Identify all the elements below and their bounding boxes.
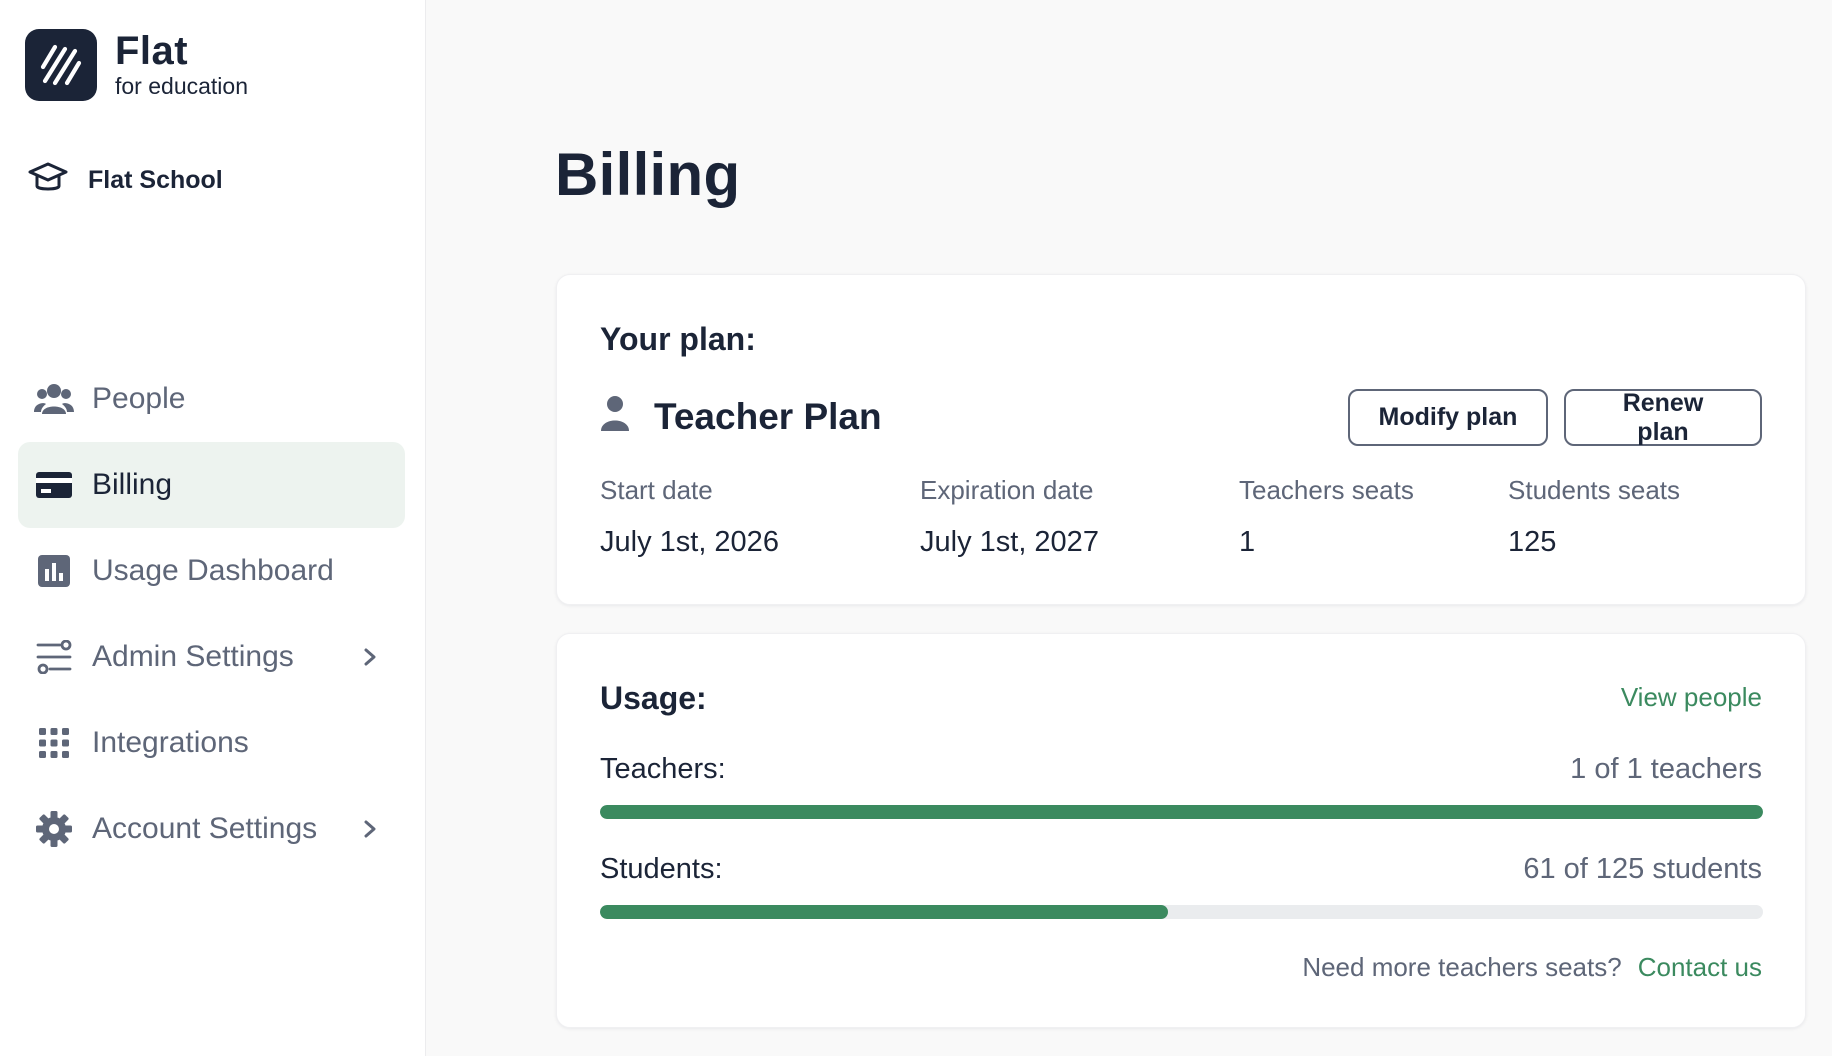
sidebar: Flat for education Flat School People Bi… bbox=[0, 0, 426, 1056]
school-name: Flat School bbox=[88, 166, 223, 194]
expiration-date-label: Expiration date bbox=[920, 475, 1094, 505]
view-people-link[interactable]: View people bbox=[1621, 682, 1762, 713]
chevron-right-icon bbox=[355, 814, 385, 844]
start-date-field: Start date July 1st, 2026 bbox=[600, 475, 779, 559]
people-icon bbox=[34, 379, 74, 419]
chevron-right-icon bbox=[355, 642, 385, 672]
app-root: Flat for education Flat School People Bi… bbox=[0, 0, 1832, 1056]
graduation-cap-icon bbox=[28, 160, 68, 201]
teachers-progress-fill bbox=[600, 805, 1763, 819]
contact-us-link[interactable]: Contact us bbox=[1638, 952, 1762, 983]
brand-name: Flat bbox=[115, 29, 189, 73]
renew-plan-button[interactable]: Renew plan bbox=[1564, 389, 1762, 446]
expiration-date-field: Expiration date July 1st, 2027 bbox=[920, 475, 1099, 559]
more-seats-question: Need more teachers seats? bbox=[1302, 952, 1622, 982]
credit-card-icon bbox=[34, 465, 74, 505]
sidebar-item-integrations[interactable]: Integrations bbox=[18, 700, 405, 786]
students-seats-value: 125 bbox=[1508, 526, 1557, 558]
expiration-date-value: July 1st, 2027 bbox=[920, 526, 1099, 558]
school-selector[interactable]: Flat School bbox=[28, 160, 223, 201]
sidebar-item-label: People bbox=[92, 382, 186, 415]
students-seats-label: Students seats bbox=[1508, 475, 1680, 505]
sidebar-item-label: Account Settings bbox=[92, 812, 318, 845]
usage-card: Usage: View people Teachers: 1 of 1 teac… bbox=[556, 633, 1806, 1028]
sidebar-item-label: Usage Dashboard bbox=[92, 554, 334, 587]
contact-footer: Need more teachers seats? Contact us bbox=[1302, 952, 1762, 983]
teachers-usage-label: Teachers: bbox=[600, 753, 726, 785]
sidebar-item-admin-settings[interactable]: Admin Settings bbox=[18, 614, 405, 700]
gear-icon bbox=[34, 809, 74, 849]
students-progress-fill bbox=[600, 905, 1168, 919]
sliders-icon bbox=[34, 637, 74, 677]
students-usage-label: Students: bbox=[600, 853, 723, 885]
students-progress-bar bbox=[600, 905, 1763, 919]
brand-subtitle: for education bbox=[115, 73, 248, 99]
sidebar-item-billing[interactable]: Billing bbox=[18, 442, 405, 528]
start-date-label: Start date bbox=[600, 475, 713, 505]
plan-section-title: Your plan: bbox=[600, 321, 756, 357]
students-usage-count: 61 of 125 students bbox=[1523, 853, 1762, 885]
page-title: Billing bbox=[555, 141, 741, 208]
sidebar-item-account-settings[interactable]: Account Settings bbox=[18, 786, 405, 872]
plan-header: Teacher Plan bbox=[600, 395, 882, 438]
sidebar-nav: People Billing Usage Dashboard Admin Set… bbox=[18, 356, 405, 872]
teachers-progress-bar bbox=[600, 805, 1763, 819]
sidebar-item-label: Billing bbox=[92, 468, 173, 501]
sidebar-item-label: Integrations bbox=[92, 726, 249, 759]
sidebar-item-people[interactable]: People bbox=[18, 356, 405, 442]
grid-icon bbox=[34, 723, 74, 763]
teachers-seats-field: Teachers seats 1 bbox=[1239, 475, 1414, 559]
teachers-usage-count: 1 of 1 teachers bbox=[1570, 753, 1762, 785]
start-date-value: July 1st, 2026 bbox=[600, 526, 779, 558]
brand[interactable]: Flat for education bbox=[25, 29, 248, 101]
plan-name: Teacher Plan bbox=[654, 395, 882, 437]
plan-actions: Modify plan Renew plan bbox=[1348, 389, 1762, 446]
teachers-seats-value: 1 bbox=[1239, 526, 1256, 558]
usage-section-title: Usage: bbox=[600, 680, 707, 716]
students-seats-field: Students seats 125 bbox=[1508, 475, 1680, 559]
plan-card: Your plan: Teacher Plan Modify plan Rene… bbox=[556, 274, 1806, 605]
teachers-seats-label: Teachers seats bbox=[1239, 475, 1414, 505]
sidebar-item-usage-dashboard[interactable]: Usage Dashboard bbox=[18, 528, 405, 614]
flat-logo-icon bbox=[25, 29, 97, 101]
modify-plan-button[interactable]: Modify plan bbox=[1348, 389, 1548, 446]
user-icon bbox=[600, 395, 630, 438]
bar-chart-icon bbox=[34, 551, 74, 591]
sidebar-item-label: Admin Settings bbox=[92, 640, 294, 673]
